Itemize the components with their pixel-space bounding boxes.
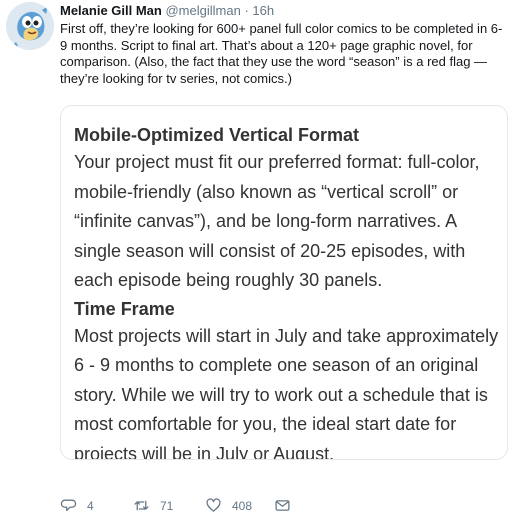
reply-count: 4 xyxy=(87,498,94,513)
section-title-timeframe: Time Frame xyxy=(74,298,175,319)
card-content: Mobile-Optimized Vertical Format Your pr… xyxy=(74,122,504,460)
retweet-button[interactable]: 71 xyxy=(133,497,173,514)
author-handle[interactable]: @melgillman xyxy=(165,3,240,18)
message-icon xyxy=(275,500,290,511)
section-body-format: Your project must fit our preferred form… xyxy=(74,152,480,290)
section-title-format: Mobile-Optimized Vertical Format xyxy=(74,125,360,145)
avatar-fish-image xyxy=(6,2,54,50)
author-name[interactable]: Melanie Gill Man xyxy=(60,3,162,18)
reply-button[interactable]: 4 xyxy=(60,497,94,514)
header-separator: · xyxy=(244,3,249,18)
like-button[interactable]: 408 xyxy=(205,497,252,514)
tweet-timestamp[interactable]: 16h xyxy=(252,3,274,18)
like-count: 408 xyxy=(232,498,253,513)
reply-icon xyxy=(60,499,77,512)
retweet-icon xyxy=(134,500,149,511)
retweet-count: 71 xyxy=(160,498,174,513)
avatar[interactable] xyxy=(6,2,54,50)
tweet[interactable]: Melanie Gill Man @melgillman · 16h First… xyxy=(0,0,514,518)
tweet-text: First off, they’re looking for 600+ pane… xyxy=(60,21,503,86)
attached-image-card[interactable]: Mobile-Optimized Vertical Format Your pr… xyxy=(60,105,508,460)
tweet-actions: 4 71 408 xyxy=(60,497,500,517)
direct-message-button[interactable] xyxy=(274,497,291,514)
like-icon xyxy=(206,498,221,512)
section-body-timeframe: Most projects will start in July and tak… xyxy=(74,325,499,460)
tweet-header: Melanie Gill Man @melgillman · 16h xyxy=(60,3,274,19)
